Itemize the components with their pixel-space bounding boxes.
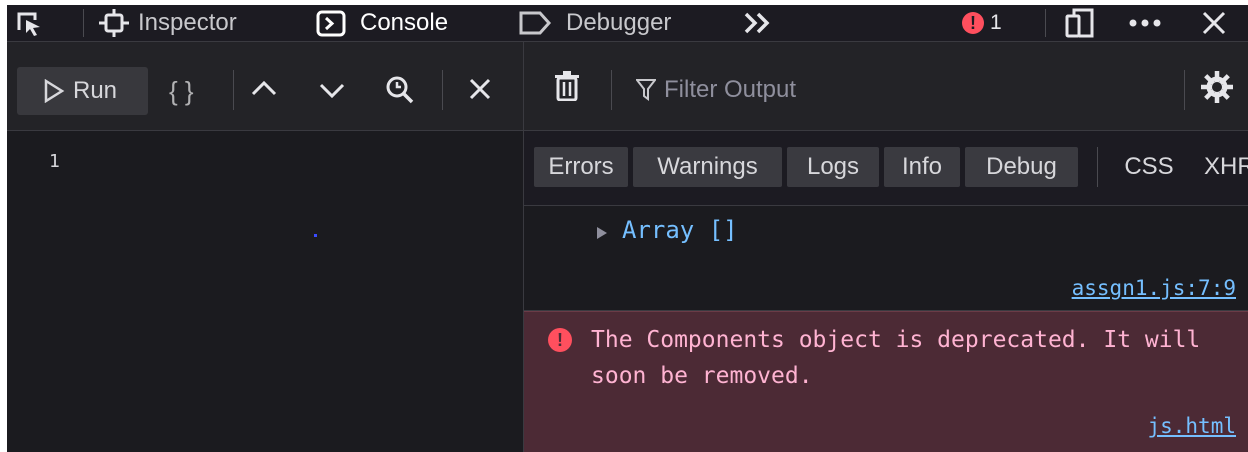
error-count-button[interactable]: ! 1 xyxy=(962,5,1002,41)
log-source-link[interactable]: assgn1.js:7:9 xyxy=(1072,276,1236,300)
console-icon xyxy=(316,10,346,37)
error-source-link[interactable]: js.html xyxy=(1147,414,1236,438)
options-menu-button[interactable] xyxy=(1128,5,1162,41)
filter-logs-label: Logs xyxy=(806,153,860,180)
error-icon: ! xyxy=(962,12,984,34)
debugger-icon xyxy=(519,11,552,35)
tab-debugger-label: Debugger xyxy=(566,9,672,36)
more-tabs-button[interactable] xyxy=(743,5,773,41)
tab-inspector[interactable]: Inspector xyxy=(99,5,237,41)
filter-icon xyxy=(636,79,656,101)
element-picker-icon xyxy=(17,12,40,36)
play-icon xyxy=(44,79,65,103)
filter-separator xyxy=(1097,147,1098,187)
tab-separator xyxy=(83,9,84,37)
tab-inspector-label: Inspector xyxy=(138,9,237,36)
console-settings-button[interactable] xyxy=(1200,70,1234,109)
error-message-text: The Components object is deprecated. It … xyxy=(591,327,1201,389)
inspector-icon xyxy=(99,9,129,37)
tab-console[interactable]: Console xyxy=(316,5,448,41)
toolbar-separator xyxy=(233,70,234,110)
toolbar-separator xyxy=(1184,70,1185,110)
tab-debugger[interactable]: Debugger xyxy=(518,5,671,41)
element-picker-button[interactable] xyxy=(15,5,47,41)
devtools-tab-bar: Inspector Console Debugger ! 1 xyxy=(7,5,1248,42)
filter-info-label: Info xyxy=(901,153,943,180)
filter-output-input[interactable]: Filter Output xyxy=(636,70,1176,110)
ellipsis-icon xyxy=(1129,19,1161,27)
filter-debug-button[interactable]: Debug xyxy=(965,147,1078,187)
run-button[interactable]: Run xyxy=(17,67,148,115)
filter-errors-label: Errors xyxy=(548,153,614,180)
history-search-icon xyxy=(386,76,414,104)
editor-toolbar: Run { } xyxy=(7,42,523,131)
console-toolbar: Filter Output xyxy=(524,42,1248,131)
filter-css-button[interactable]: CSS xyxy=(1119,147,1179,187)
filter-errors-button[interactable]: Errors xyxy=(534,147,628,187)
console-log-message: Array [] assgn1.js:7:9 xyxy=(524,206,1248,311)
filter-output-placeholder: Filter Output xyxy=(664,76,797,103)
filter-logs-button[interactable]: Logs xyxy=(787,147,879,187)
filter-info-button[interactable]: Info xyxy=(884,147,960,187)
code-editor[interactable]: 1 xyxy=(7,131,523,452)
error-count: 1 xyxy=(990,11,1002,34)
trash-icon xyxy=(555,71,579,102)
console-output: Array [] assgn1.js:7:9 ! The Components … xyxy=(524,206,1248,452)
close-editor-button[interactable] xyxy=(469,78,491,105)
toolbar-separator xyxy=(442,70,443,110)
gear-icon xyxy=(1201,71,1233,103)
close-icon xyxy=(469,78,491,100)
error-icon: ! xyxy=(548,328,572,352)
pretty-print-button[interactable]: { } xyxy=(169,67,194,115)
reverse-search-button[interactable] xyxy=(385,75,415,110)
history-previous-button[interactable] xyxy=(251,79,277,102)
text-cursor xyxy=(314,234,317,237)
console-filter-bar: Errors Warnings Logs Info Debug CSS XHR xyxy=(524,131,1248,206)
tab-console-label: Console xyxy=(360,9,449,36)
log-object-preview[interactable]: Array [] xyxy=(622,216,738,244)
clear-console-button[interactable] xyxy=(554,71,580,106)
chevron-up-icon xyxy=(251,80,277,96)
chevron-down-icon xyxy=(319,83,345,99)
toolbar-separator xyxy=(1045,9,1046,37)
double-chevron-right-icon xyxy=(744,12,770,34)
filter-warnings-label: Warnings xyxy=(657,153,758,180)
history-next-button[interactable] xyxy=(319,82,345,105)
responsive-design-button[interactable] xyxy=(1065,5,1095,41)
expand-array-button[interactable] xyxy=(596,225,608,244)
expand-triangle-icon xyxy=(597,227,607,239)
console-error-message: ! The Components object is deprecated. I… xyxy=(524,311,1248,452)
run-button-label: Run xyxy=(73,77,118,104)
responsive-design-icon xyxy=(1065,8,1094,38)
filter-css-label: CSS xyxy=(1124,153,1174,180)
filter-xhr-label: XHR xyxy=(1204,153,1248,180)
pretty-print-label: { } xyxy=(169,75,194,106)
filter-warnings-button[interactable]: Warnings xyxy=(633,147,782,187)
toolbar-separator xyxy=(611,70,612,110)
line-number: 1 xyxy=(49,151,60,172)
filter-debug-label: Debug xyxy=(986,153,1057,180)
devtools-window: Inspector Console Debugger ! 1 Run {} 1… xyxy=(7,5,1248,452)
close-devtools-button[interactable] xyxy=(1202,5,1226,41)
close-icon xyxy=(1202,11,1226,35)
filter-xhr-button[interactable]: XHR xyxy=(1204,147,1248,187)
